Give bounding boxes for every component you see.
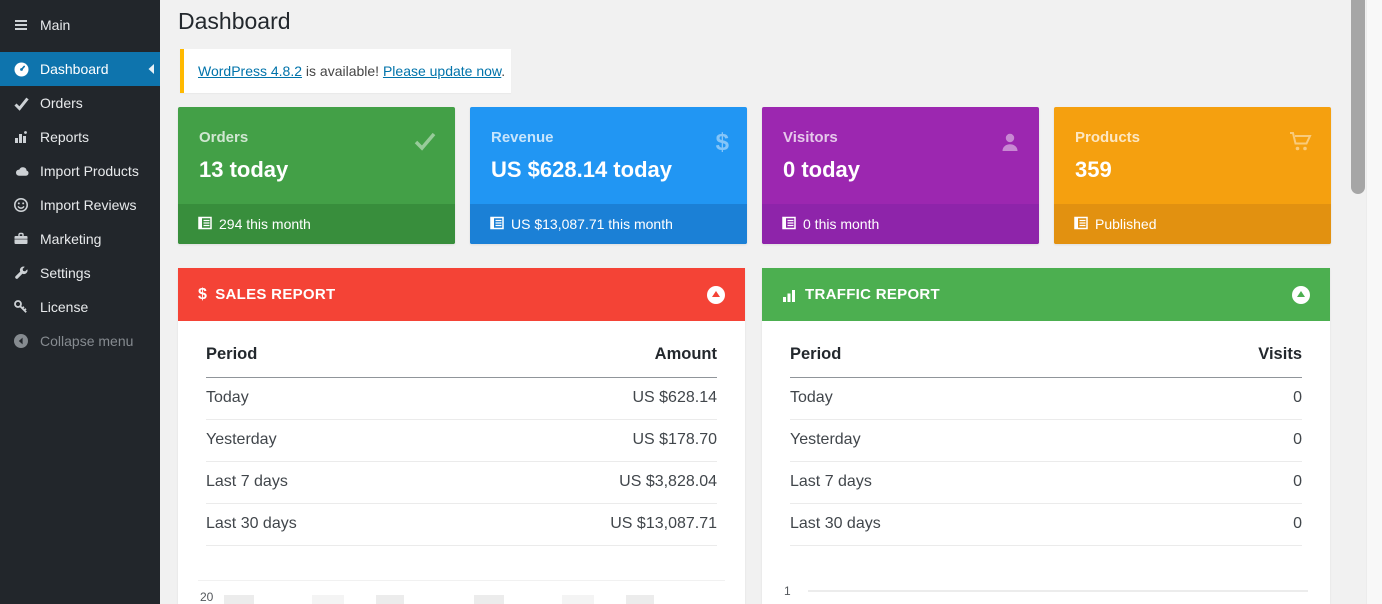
sales-report-panel: $ SALES REPORT Period Amount Today US $6… bbox=[178, 268, 745, 604]
collapse-icon bbox=[12, 332, 30, 350]
scrollbar-track[interactable] bbox=[1366, 0, 1382, 604]
list-icon bbox=[198, 216, 212, 233]
briefcase-icon bbox=[12, 230, 30, 248]
sidebar-item-orders[interactable]: Orders bbox=[0, 86, 160, 120]
card-footer: US $13,087.71 this month bbox=[470, 204, 747, 244]
update-now-link[interactable]: Please update now bbox=[383, 63, 501, 79]
sales-table: Period Amount Today US $628.14 Yesterday… bbox=[206, 329, 717, 546]
table-row: Today US $628.14 bbox=[206, 378, 717, 420]
column-header-period: Period bbox=[790, 329, 1135, 378]
sidebar-item-main[interactable]: Main bbox=[0, 8, 160, 42]
card-value: 0 today bbox=[783, 157, 860, 183]
sidebar-item-import-reviews[interactable]: Import Reviews bbox=[0, 188, 160, 222]
cloud-icon bbox=[12, 162, 30, 180]
card-label: Orders bbox=[199, 129, 248, 146]
chart-gridline bbox=[808, 590, 1308, 592]
sidebar-item-settings[interactable]: Settings bbox=[0, 256, 160, 290]
sales-report-header: $ SALES REPORT bbox=[178, 268, 745, 321]
update-notice-text: WordPress 4.8.2 is available! Please upd… bbox=[198, 63, 505, 79]
traffic-chart-cutoff: 1 bbox=[782, 580, 1310, 604]
sidebar-item-label: Reports bbox=[40, 129, 89, 145]
column-header-amount: Amount bbox=[441, 329, 717, 378]
bar-chart-icon bbox=[782, 288, 797, 302]
panel-title: SALES REPORT bbox=[215, 286, 335, 303]
sidebar-item-license[interactable]: License bbox=[0, 290, 160, 324]
column-header-period: Period bbox=[206, 329, 441, 378]
sidebar-item-collapse-menu[interactable]: Collapse menu bbox=[0, 324, 160, 358]
traffic-report-panel: TRAFFIC REPORT Period Visits Today 0 bbox=[762, 268, 1330, 604]
sidebar-item-label: Dashboard bbox=[40, 61, 109, 77]
cart-icon bbox=[1289, 131, 1313, 158]
revenue-card: Revenue US $628.14 today $ US $13,087.71… bbox=[470, 107, 747, 244]
scrollbar-thumb[interactable] bbox=[1351, 0, 1365, 194]
chart-bars-partial bbox=[224, 595, 723, 604]
stat-cards-row: Orders 13 today 294 this month Revenue U… bbox=[178, 107, 1331, 244]
list-icon bbox=[490, 216, 504, 233]
traffic-table: Period Visits Today 0 Yesterday 0 Last 7… bbox=[790, 329, 1302, 546]
sales-chart-cutoff: 20 bbox=[198, 580, 725, 604]
wordpress-version-link[interactable]: WordPress 4.8.2 bbox=[198, 63, 302, 79]
table-row: Last 7 days US $3,828.04 bbox=[206, 462, 717, 504]
dashboard-icon bbox=[12, 60, 30, 78]
table-row: Last 30 days 0 bbox=[790, 504, 1302, 546]
column-header-visits: Visits bbox=[1135, 329, 1302, 378]
sidebar-item-label: License bbox=[40, 299, 88, 315]
list-icon bbox=[782, 216, 796, 233]
update-notice: WordPress 4.8.2 is available! Please upd… bbox=[180, 49, 511, 93]
caret-up-icon bbox=[712, 291, 720, 297]
table-row: Last 30 days US $13,087.71 bbox=[206, 504, 717, 546]
traffic-report-header: TRAFFIC REPORT bbox=[762, 268, 1330, 321]
sidebar-item-label: Settings bbox=[40, 265, 91, 281]
table-row: Today 0 bbox=[790, 378, 1302, 420]
card-label: Visitors bbox=[783, 129, 838, 146]
collapse-toggle-button[interactable] bbox=[707, 286, 725, 304]
table-row: Last 7 days 0 bbox=[790, 462, 1302, 504]
panel-title: TRAFFIC REPORT bbox=[805, 286, 940, 303]
sidebar-item-label: Collapse menu bbox=[40, 333, 133, 349]
axis-tick-label: 20 bbox=[200, 590, 213, 604]
chart-icon bbox=[12, 128, 30, 146]
card-footer: 294 this month bbox=[178, 204, 455, 244]
table-row: Yesterday 0 bbox=[790, 420, 1302, 462]
sidebar-item-label: Marketing bbox=[40, 231, 101, 247]
chevron-left-icon bbox=[146, 62, 156, 76]
card-footer: Published bbox=[1054, 204, 1331, 244]
card-footer: 0 this month bbox=[762, 204, 1039, 244]
smiley-icon bbox=[12, 196, 30, 214]
card-label: Revenue bbox=[491, 129, 554, 146]
check-icon bbox=[12, 94, 30, 112]
card-value: US $628.14 today bbox=[491, 157, 672, 183]
card-label: Products bbox=[1075, 129, 1140, 146]
sidebar-item-reports[interactable]: Reports bbox=[0, 120, 160, 154]
sales-report-body: Period Amount Today US $628.14 Yesterday… bbox=[178, 321, 745, 604]
sidebar-item-dashboard[interactable]: Dashboard bbox=[0, 52, 160, 86]
sidebar-item-label: Import Reviews bbox=[40, 197, 136, 213]
sidebar-item-import-products[interactable]: Import Products bbox=[0, 154, 160, 188]
person-icon bbox=[999, 131, 1021, 158]
caret-up-icon bbox=[1297, 291, 1305, 297]
dollar-icon: $ bbox=[716, 131, 729, 155]
sidebar-item-label: Main bbox=[40, 17, 70, 33]
sidebar-item-label: Orders bbox=[40, 95, 83, 111]
menu-icon bbox=[12, 16, 30, 34]
page-title: Dashboard bbox=[178, 8, 291, 35]
traffic-report-body: Period Visits Today 0 Yesterday 0 Last 7… bbox=[762, 321, 1330, 604]
dollar-icon: $ bbox=[198, 286, 207, 304]
card-value: 359 bbox=[1075, 157, 1112, 183]
sidebar-item-label: Import Products bbox=[40, 163, 139, 179]
sidebar: Main Dashboard Orders Reports bbox=[0, 0, 160, 604]
card-value: 13 today bbox=[199, 157, 288, 183]
check-icon bbox=[413, 131, 437, 156]
wrench-icon bbox=[12, 264, 30, 282]
orders-card: Orders 13 today 294 this month bbox=[178, 107, 455, 244]
visitors-card: Visitors 0 today 0 this month bbox=[762, 107, 1039, 244]
list-icon bbox=[1074, 216, 1088, 233]
axis-tick-label: 1 bbox=[784, 584, 791, 598]
sidebar-item-marketing[interactable]: Marketing bbox=[0, 222, 160, 256]
products-card: Products 359 Published bbox=[1054, 107, 1331, 244]
collapse-toggle-button[interactable] bbox=[1292, 286, 1310, 304]
table-row: Yesterday US $178.70 bbox=[206, 420, 717, 462]
dashboard-page: Main Dashboard Orders Reports bbox=[0, 0, 1382, 604]
key-icon bbox=[12, 298, 30, 316]
